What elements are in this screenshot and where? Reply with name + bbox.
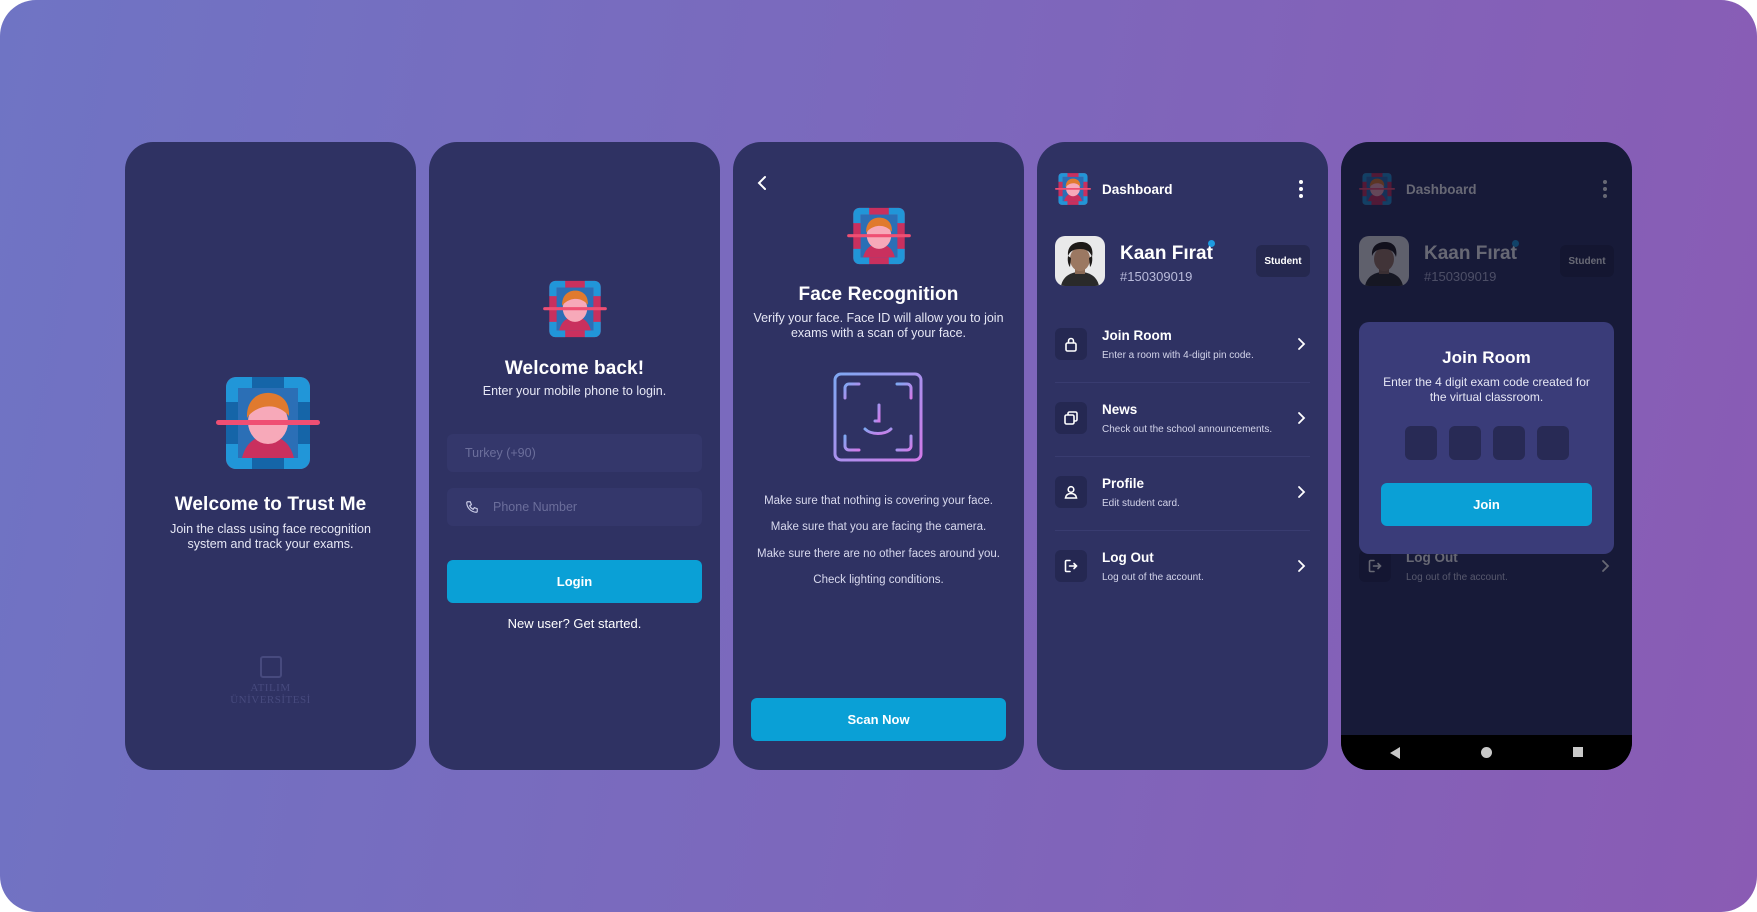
- scan-now-button[interactable]: Scan Now: [751, 698, 1006, 741]
- phone-number-input[interactable]: Phone Number: [447, 488, 702, 526]
- menu-item-desc: Edit student card.: [1102, 498, 1180, 509]
- face-recognition-subtitle-line2: exams with a scan of your face.: [790, 326, 967, 340]
- recents-square-icon[interactable]: [1572, 746, 1584, 758]
- face-recognition-subtitle-line1: Verify your face. Face ID will allow you…: [753, 311, 1004, 325]
- menu-item-title: News: [1102, 402, 1138, 417]
- menu-item-title: Profile: [1102, 476, 1145, 491]
- back-arrow-icon[interactable]: [755, 175, 769, 191]
- face-tip-3: Make sure there are no other faces aroun…: [757, 548, 1000, 560]
- more-options-icon[interactable]: [1298, 180, 1304, 200]
- code-digit-input-2[interactable]: [1449, 426, 1481, 460]
- user-id: #150309019: [1120, 269, 1193, 284]
- online-status-dot: [1208, 240, 1215, 247]
- chevron-right-icon: [1298, 486, 1306, 498]
- login-title: Welcome back!: [504, 358, 645, 379]
- country-code-select[interactable]: Turkey (+90): [447, 434, 702, 472]
- join-room-desc-line1: Enter the 4 digit exam code created for: [1383, 375, 1590, 389]
- code-digit-input-4[interactable]: [1537, 426, 1569, 460]
- university-logo: ATILIM ÜNİVERSİTESİ: [125, 656, 416, 706]
- divider: [1055, 456, 1310, 457]
- avatar[interactable]: [1055, 236, 1105, 286]
- join-room-screen: Dashboard Kaan Fırat #150309019 Student …: [1341, 142, 1632, 770]
- menu-item-desc: Check out the school announcements.: [1102, 424, 1273, 435]
- country-code-placeholder: Turkey (+90): [465, 446, 536, 460]
- face-tip-2: Make sure that you are facing the camera…: [770, 521, 987, 533]
- chevron-right-icon: [1298, 560, 1306, 572]
- back-triangle-icon[interactable]: [1389, 746, 1401, 760]
- chevron-right-icon: [1298, 338, 1306, 350]
- showcase-background: Welcome to Trust Me Join the class using…: [0, 0, 1757, 912]
- lock-icon: [1055, 328, 1087, 360]
- face-recognition-logo-icon: [543, 280, 607, 338]
- welcome-title: Welcome to Trust Me: [174, 494, 367, 515]
- face-recognition-title: Face Recognition: [798, 284, 959, 305]
- join-room-title: Join Room: [1442, 348, 1531, 367]
- phone-icon: [466, 501, 478, 513]
- login-button[interactable]: Login: [447, 560, 702, 603]
- divider: [1055, 530, 1310, 531]
- user-icon: [1055, 476, 1087, 508]
- welcome-screen: Welcome to Trust Me Join the class using…: [125, 142, 416, 770]
- menu-item-title: Join Room: [1102, 328, 1172, 343]
- face-recognition-logo-icon: [216, 377, 320, 469]
- menu-item-join-room[interactable]: Join Room Enter a room with 4-digit pin …: [1055, 320, 1310, 378]
- face-id-icon: [833, 372, 923, 462]
- university-name-line1: ATILIM: [250, 682, 291, 694]
- login-subtitle: Enter your mobile phone to login.: [482, 384, 667, 398]
- dashboard-title: Dashboard: [1102, 182, 1173, 197]
- role-badge: Student: [1256, 245, 1310, 277]
- face-recognition-screen: Face Recognition Verify your face. Face …: [733, 142, 1024, 770]
- face-recognition-logo-icon: [1055, 173, 1091, 205]
- university-emblem-icon: [259, 656, 282, 678]
- menu-item-desc: Log out of the account.: [1102, 572, 1204, 583]
- welcome-subtitle-line2: system and track your exams.: [187, 537, 354, 551]
- user-name: Kaan Fırat: [1120, 243, 1213, 264]
- home-circle-icon[interactable]: [1480, 746, 1493, 759]
- join-room-desc-line2: the virtual classroom.: [1429, 390, 1544, 404]
- menu-item-profile[interactable]: Profile Edit student card.: [1055, 468, 1310, 526]
- chevron-right-icon: [1298, 412, 1306, 424]
- get-started-link[interactable]: New user? Get started.: [429, 616, 720, 631]
- menu-item-title: Log Out: [1102, 550, 1154, 565]
- divider: [1055, 382, 1310, 383]
- university-name-line2: ÜNİVERSİTESİ: [230, 694, 311, 706]
- welcome-subtitle-line1: Join the class using face recognition: [170, 522, 371, 536]
- face-tip-4: Check lighting conditions.: [813, 574, 944, 586]
- code-digit-input-1[interactable]: [1405, 426, 1437, 460]
- logout-icon: [1055, 550, 1087, 582]
- join-room-modal: Join Room Enter the 4 digit exam code cr…: [1359, 322, 1614, 554]
- code-digit-input-3[interactable]: [1493, 426, 1525, 460]
- menu-item-desc: Enter a room with 4-digit pin code.: [1102, 350, 1254, 361]
- dashboard-screen: Dashboard Kaan Fırat #150309019 Student …: [1037, 142, 1328, 770]
- copy-icon: [1055, 402, 1087, 434]
- join-button[interactable]: Join: [1381, 483, 1592, 526]
- face-recognition-logo-icon: [847, 207, 911, 265]
- phone-number-placeholder: Phone Number: [493, 500, 578, 514]
- menu-item-news[interactable]: News Check out the school announcements.: [1055, 394, 1310, 452]
- android-nav-bar: [1341, 735, 1632, 770]
- login-screen: Welcome back! Enter your mobile phone to…: [429, 142, 720, 770]
- face-tip-1: Make sure that nothing is covering your …: [764, 495, 993, 507]
- menu-item-log-out[interactable]: Log Out Log out of the account.: [1055, 542, 1310, 600]
